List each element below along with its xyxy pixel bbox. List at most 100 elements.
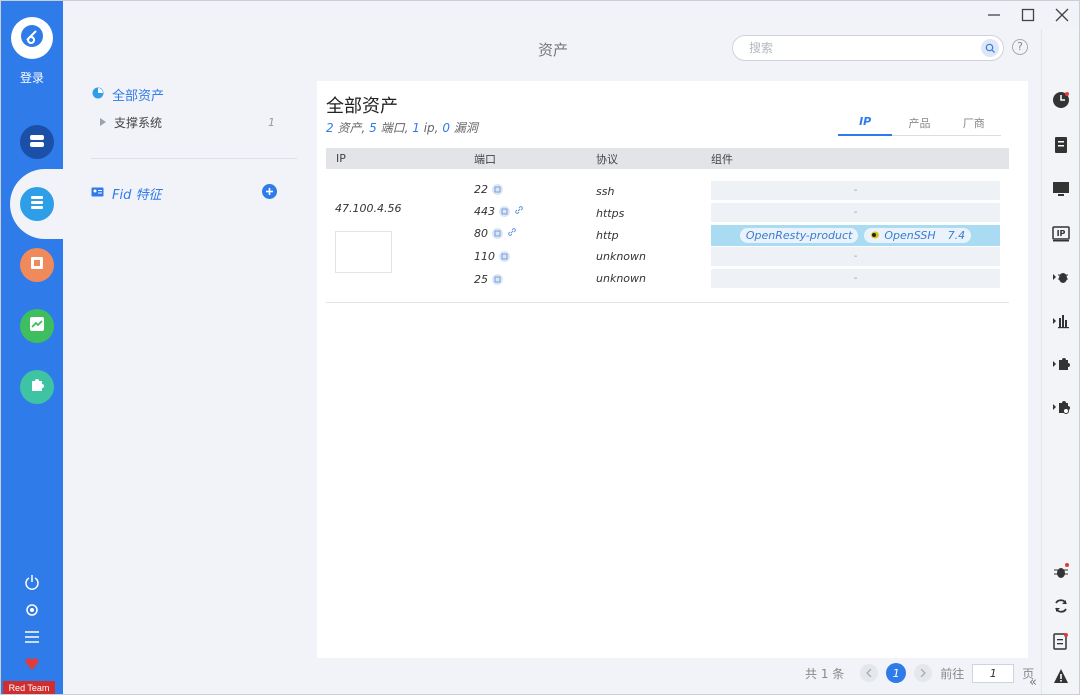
assets-label: 资产, <box>337 121 366 135</box>
component-cell-highlighted: OpenResty-product OpenSSH 7.4 <box>711 225 1000 246</box>
component-cell: - <box>711 181 1000 200</box>
doc-icon[interactable] <box>492 274 503 285</box>
all-assets-item[interactable]: 全部资产 <box>92 85 164 104</box>
prev-page-button[interactable] <box>860 664 879 682</box>
component-cell: - <box>711 269 1000 288</box>
link-icon[interactable] <box>507 227 517 240</box>
document-icon[interactable] <box>1050 134 1072 156</box>
plus-circle-icon <box>262 184 277 203</box>
nav-chart-button[interactable] <box>20 309 54 343</box>
right-toolbar: IP <box>1041 29 1079 694</box>
chevron-left-icon <box>866 666 872 680</box>
nav-plugins-button[interactable] <box>20 370 54 404</box>
ip-address[interactable]: 47.100.4.56 <box>335 202 401 215</box>
current-page[interactable]: 1 <box>886 663 907 683</box>
caret-right-icon <box>100 115 106 130</box>
id-card-icon <box>91 186 104 201</box>
app-window: 登录 Red Team 资产 ? <box>0 0 1080 695</box>
component-chip[interactable]: OpenResty-product <box>739 228 859 243</box>
port-row[interactable]: 22 <box>474 183 503 196</box>
doc-icon[interactable] <box>492 184 503 195</box>
refresh-icon[interactable] <box>1050 595 1072 617</box>
doc-icon[interactable] <box>499 251 510 262</box>
search-icon[interactable] <box>981 39 999 57</box>
next-page-button[interactable] <box>914 664 933 682</box>
search-input[interactable] <box>733 36 963 60</box>
goto-page-input[interactable]: 1 <box>972 663 1015 683</box>
port-row[interactable]: 80 <box>474 227 517 240</box>
left-sidebar: 登录 Red Team <box>1 1 72 694</box>
ports-label: 端口, <box>380 121 409 135</box>
port-number: 110 <box>474 250 495 263</box>
menu-icon[interactable] <box>22 627 42 647</box>
maximize-icon[interactable] <box>1019 6 1037 24</box>
bug-alert-icon[interactable] <box>1050 560 1072 582</box>
protocol-value: unknown <box>596 250 646 263</box>
doc-icon[interactable] <box>499 206 510 217</box>
close-icon[interactable] <box>1053 6 1071 24</box>
svg-text:IP: IP <box>1057 229 1066 238</box>
page-title: 资产 <box>538 41 569 59</box>
plugin-icon[interactable] <box>1050 353 1072 375</box>
row-divider <box>326 302 1009 303</box>
component-chip[interactable]: OpenSSH 7.4 <box>864 228 972 243</box>
settings-gear-icon[interactable] <box>22 600 42 620</box>
port-number: 22 <box>474 183 488 196</box>
tab-product[interactable]: 产品 <box>892 113 946 135</box>
col-component: 组件 <box>711 152 733 166</box>
link-icon[interactable] <box>514 205 524 218</box>
protocol-value: http <box>596 229 619 242</box>
collapse-panel-icon[interactable]: « <box>1029 675 1037 690</box>
login-label[interactable]: 登录 <box>1 69 63 86</box>
port-number: 80 <box>474 227 488 240</box>
vuln-count: 0 <box>442 121 450 135</box>
asset-pie-icon <box>92 87 104 103</box>
ip-icon[interactable]: IP <box>1050 223 1072 245</box>
ip-thumbnail[interactable] <box>335 231 392 273</box>
report-icon <box>29 255 45 275</box>
minimize-icon[interactable] <box>985 6 1003 24</box>
fid-feature-item[interactable]: Fid 特征 <box>91 184 161 203</box>
warning-icon[interactable] <box>1050 665 1072 687</box>
protocol-value: ssh <box>596 185 615 198</box>
window-controls <box>985 6 1071 24</box>
chevron-right-icon <box>920 666 927 680</box>
report-alert-icon[interactable] <box>1050 630 1072 652</box>
app-logo[interactable] <box>11 17 53 59</box>
bar-chart-icon[interactable] <box>1050 310 1072 332</box>
tab-vendor[interactable]: 厂商 <box>947 113 1001 135</box>
chip-label: OpenResty-product <box>745 229 853 242</box>
protocol-value: unknown <box>596 272 646 285</box>
port-row[interactable]: 110 <box>474 250 510 263</box>
port-number: 25 <box>474 273 488 286</box>
plugin-settings-icon[interactable] <box>1050 396 1072 418</box>
help-icon[interactable]: ? <box>1012 39 1028 55</box>
col-ip: IP <box>336 152 346 165</box>
doc-icon[interactable] <box>492 228 503 239</box>
add-fid-button[interactable] <box>262 184 277 203</box>
all-assets-label: 全部资产 <box>112 89 165 104</box>
bug-scan-icon[interactable] <box>1050 266 1072 288</box>
history-clock-icon[interactable] <box>1050 89 1072 111</box>
support-system-item[interactable]: 支撑系统 1 <box>100 114 275 131</box>
total-count: 共 1 条 <box>805 666 845 681</box>
component-cell: - <box>711 203 1000 222</box>
ports-count: 5 <box>369 121 377 135</box>
product-logo-icon <box>870 228 880 243</box>
chip-label: OpenSSH <box>884 229 936 242</box>
port-row[interactable]: 25 <box>474 273 503 286</box>
support-system-label: 支撑系统 <box>114 116 163 130</box>
port-row[interactable]: 443 <box>474 205 524 218</box>
heart-shield-icon[interactable] <box>22 654 42 674</box>
tab-ip[interactable]: IP <box>838 113 893 136</box>
ip-label: ip, <box>423 121 439 135</box>
power-icon[interactable] <box>22 572 42 592</box>
nav-report-button[interactable] <box>20 248 54 282</box>
nav-assets-button[interactable] <box>20 187 54 221</box>
ip-count: 1 <box>412 121 420 135</box>
nav-dashboard-button[interactable] <box>20 125 54 159</box>
port-number: 443 <box>474 205 495 218</box>
database-icon <box>29 194 45 214</box>
component-cell: - <box>711 247 1000 266</box>
monitor-icon[interactable] <box>1050 178 1072 200</box>
